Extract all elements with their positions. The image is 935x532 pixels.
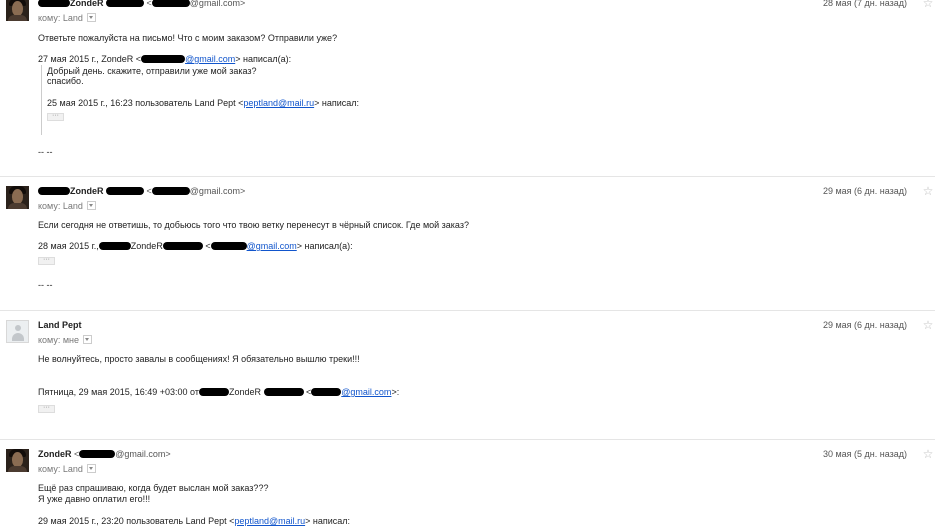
message-body-line: Я уже давно оплатил его!!! (38, 494, 151, 504)
message-body-line: Ещё раз спрашиваю, когда будет выслан мо… (38, 483, 269, 493)
message-4: ZondeR < @gmail.com> кому: Land 30 мая (5… (0, 440, 935, 532)
quote-header: 27 мая 2015 г., ZondeR < @gmail.com> напи… (38, 54, 292, 64)
star-icon[interactable]: ☆ (921, 0, 935, 9)
show-trimmed-content-icon[interactable]: ··· (47, 112, 64, 121)
message-1: ZondeR < @gmail.com> кому: Land 28 мая (7… (0, 0, 935, 176)
sender-name[interactable]: ZondeR (70, 186, 104, 196)
chevron-down-icon[interactable] (86, 201, 96, 210)
signature: -- -- (38, 280, 53, 290)
sender-name[interactable]: ZondeR (70, 0, 104, 8)
nested-quote-header: 25 мая 2015 г., 16:23 пользователь Land … (47, 98, 359, 108)
recipient-line: кому: Land (38, 13, 96, 24)
quote-email-link[interactable]: @gmail.com (341, 387, 391, 397)
message-2: ZondeR < @gmail.com> кому: Land 29 мая (6… (0, 177, 935, 310)
signature: -- -- (38, 147, 53, 157)
quote-email-link[interactable]: peptland@mail.ru (234, 516, 305, 526)
star-icon[interactable]: ☆ (921, 448, 935, 460)
sender-email: < @gmail.com> (146, 0, 246, 8)
sender-email: < @gmail.com> (74, 449, 171, 459)
quote-email-link[interactable]: @gmail.com (185, 54, 235, 64)
chevron-down-icon[interactable] (83, 335, 93, 344)
sender-name[interactable]: Land Pept (38, 320, 82, 331)
message-3: Land Pept кому: мне 29 мая (6 дн. назад)… (0, 311, 935, 439)
message-body: Ответьте пожалуйста на письмо! Что с мои… (38, 33, 338, 43)
chevron-down-icon[interactable] (86, 13, 96, 22)
recipient-name: Land (62, 464, 83, 474)
quote-header: 29 мая 2015 г., 23:20 пользователь Land … (38, 516, 350, 526)
chevron-down-icon[interactable] (86, 464, 96, 473)
message-date[interactable]: 30 мая (5 дн. назад) (823, 449, 907, 460)
quote-header: 28 мая 2015 г., ZondeR < @gmail.com> напис… (38, 241, 353, 251)
sender-avatar[interactable] (6, 0, 29, 21)
show-trimmed-content-icon[interactable]: ··· (38, 404, 55, 413)
message-body: Если сегодня не ответишь, то добьюсь тог… (38, 220, 469, 230)
message-date[interactable]: 28 мая (7 дн. назад) (823, 0, 907, 9)
recipient-line: кому: Land (38, 201, 96, 212)
quote-bar (41, 65, 42, 135)
star-icon[interactable]: ☆ (921, 185, 935, 197)
message-date[interactable]: 29 мая (6 дн. назад) (823, 320, 907, 331)
message-body: Не волнуйтесь, просто завалы в сообщения… (38, 354, 360, 364)
sender-name[interactable]: ZondeR (38, 449, 72, 459)
nested-quote-email-link[interactable]: peptland@mail.ru (243, 98, 314, 108)
quote-email-link[interactable]: @gmail.com (247, 241, 297, 251)
sender-line: ZondeR < @gmail.com> (38, 0, 245, 9)
sender-avatar[interactable] (6, 320, 29, 343)
message-date[interactable]: 29 мая (6 дн. назад) (823, 186, 907, 197)
sender-line: ZondeR < @gmail.com> (38, 186, 245, 197)
recipient-name: Land (62, 13, 83, 23)
sender-avatar[interactable] (6, 449, 29, 472)
show-trimmed-content-icon[interactable]: ··· (38, 256, 55, 265)
recipient-name: Land (62, 201, 83, 211)
redacted-mark (38, 0, 70, 7)
quoted-line: спасибо. (47, 76, 84, 86)
recipient-line: кому: Land (38, 464, 96, 475)
redacted-mark (106, 0, 145, 7)
recipient-name: мне (62, 335, 80, 345)
sender-line: ZondeR < @gmail.com> (38, 449, 171, 460)
quote-header: Пятница, 29 мая 2015, 16:49 +03:00 от Zon… (38, 387, 400, 397)
sender-email: < @gmail.com> (146, 186, 246, 196)
sender-avatar[interactable] (6, 186, 29, 209)
recipient-line: кому: мне (38, 335, 93, 346)
star-icon[interactable]: ☆ (921, 319, 935, 331)
